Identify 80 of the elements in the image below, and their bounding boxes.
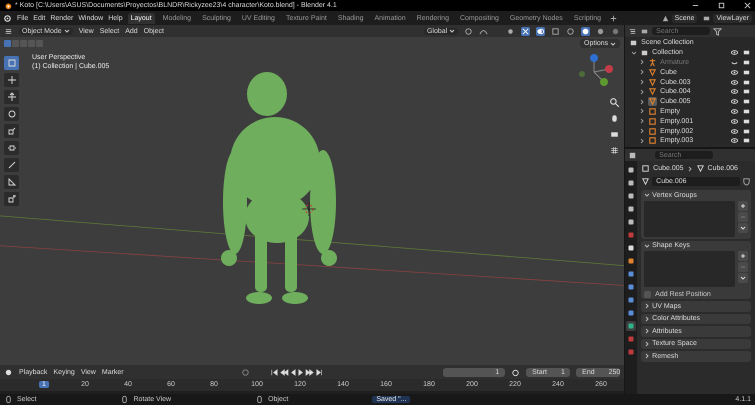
shield-icon[interactable]: [742, 177, 751, 186]
eye-icon[interactable]: [730, 106, 739, 116]
eye-icon[interactable]: [730, 68, 739, 77]
render-tab-icon[interactable]: [626, 178, 636, 188]
collection-tab-icon[interactable]: [626, 243, 636, 253]
view-tab-icon[interactable]: [626, 204, 636, 214]
rotate-tool-icon[interactable]: [4, 107, 19, 121]
object-tab-icon[interactable]: [626, 256, 636, 266]
physics-tab-icon[interactable]: [626, 295, 636, 305]
texture-tab-icon[interactable]: [626, 347, 636, 357]
add-button[interactable]: [738, 200, 748, 210]
clock-icon[interactable]: [4, 368, 13, 376]
scene-icon[interactable]: [660, 14, 670, 22]
xray-icon[interactable]: [551, 26, 560, 36]
editor-type-icon[interactable]: [628, 150, 638, 160]
data-tab-icon[interactable]: [626, 321, 636, 331]
eye-icon[interactable]: [730, 116, 739, 126]
caret-icon: [644, 192, 650, 198]
zoom-icon[interactable]: [609, 97, 620, 108]
grid-icon[interactable]: [609, 145, 620, 156]
caret-icon: [449, 28, 456, 34]
plus-icon: [740, 202, 746, 208]
wireframe-shading-icon[interactable]: [566, 26, 576, 36]
mouse-icon: [120, 395, 130, 404]
caret-icon: [610, 40, 616, 46]
tool-tab-icon[interactable]: [626, 165, 636, 175]
editor-type-icon[interactable]: [4, 26, 13, 36]
overlay-toggle-icon[interactable]: [536, 26, 546, 36]
mouse-icon: [4, 395, 13, 404]
minus-icon: [740, 264, 746, 270]
add-button[interactable]: [738, 251, 748, 261]
move-tool-icon[interactable]: [4, 90, 19, 104]
caret-icon[interactable]: [631, 50, 638, 56]
eye-icon[interactable]: [730, 126, 739, 136]
record-icon[interactable]: [240, 368, 250, 376]
annotate-tool-icon[interactable]: [4, 158, 19, 172]
gizmo-toggle-icon[interactable]: [521, 26, 530, 36]
mesh-icon: [696, 164, 705, 173]
output-tab-icon[interactable]: [626, 191, 636, 201]
material-shading-icon[interactable]: [596, 26, 606, 36]
visibility-icon[interactable]: [506, 26, 516, 36]
eye-icon[interactable]: [730, 136, 739, 146]
add-icon[interactable]: [609, 14, 618, 22]
caret-icon: [644, 242, 650, 249]
modifiers-tab-icon[interactable]: [626, 269, 636, 279]
eye-icon[interactable]: [730, 78, 739, 87]
menu-button[interactable]: [738, 273, 748, 283]
checkbox[interactable]: [644, 290, 652, 298]
menu-button[interactable]: [738, 222, 748, 232]
eye-icon[interactable]: [730, 87, 739, 96]
chevron-icon: [686, 166, 693, 172]
eye-icon[interactable]: [730, 48, 739, 58]
caret-icon: [740, 275, 746, 281]
scale-tool-icon[interactable]: [4, 124, 19, 138]
caret-icon: [64, 28, 70, 34]
rendered-shading-icon[interactable]: [611, 26, 620, 36]
constraints-tab-icon[interactable]: [626, 308, 636, 318]
cursor-tool-icon[interactable]: [4, 73, 19, 87]
stopwatch-icon[interactable]: [511, 368, 520, 376]
object-icon: [641, 164, 650, 173]
add-tool-icon[interactable]: [4, 192, 19, 206]
snap-icon[interactable]: [464, 26, 474, 36]
close-icon[interactable]: [743, 1, 752, 10]
mouse-icon: [255, 395, 264, 404]
mesh-icon[interactable]: [641, 177, 650, 186]
solid-shading-icon[interactable]: [581, 26, 590, 36]
measure-tool-icon[interactable]: [4, 175, 19, 189]
3d-cursor-icon: [302, 202, 316, 216]
filter-icon[interactable]: [713, 26, 722, 36]
plus-icon: [740, 253, 746, 259]
display-mode-icon[interactable]: [628, 26, 638, 36]
maximize-icon[interactable]: [717, 1, 726, 10]
transform-tool-icon[interactable]: [4, 141, 19, 155]
caret-icon: [740, 224, 746, 230]
eye-icon[interactable]: [730, 97, 739, 106]
scene-tab-icon[interactable]: [626, 217, 636, 227]
material-tab-icon[interactable]: [626, 334, 636, 344]
select-tool-icon[interactable]: [4, 56, 19, 70]
particles-tab-icon[interactable]: [626, 282, 636, 292]
minus-icon: [740, 214, 746, 220]
